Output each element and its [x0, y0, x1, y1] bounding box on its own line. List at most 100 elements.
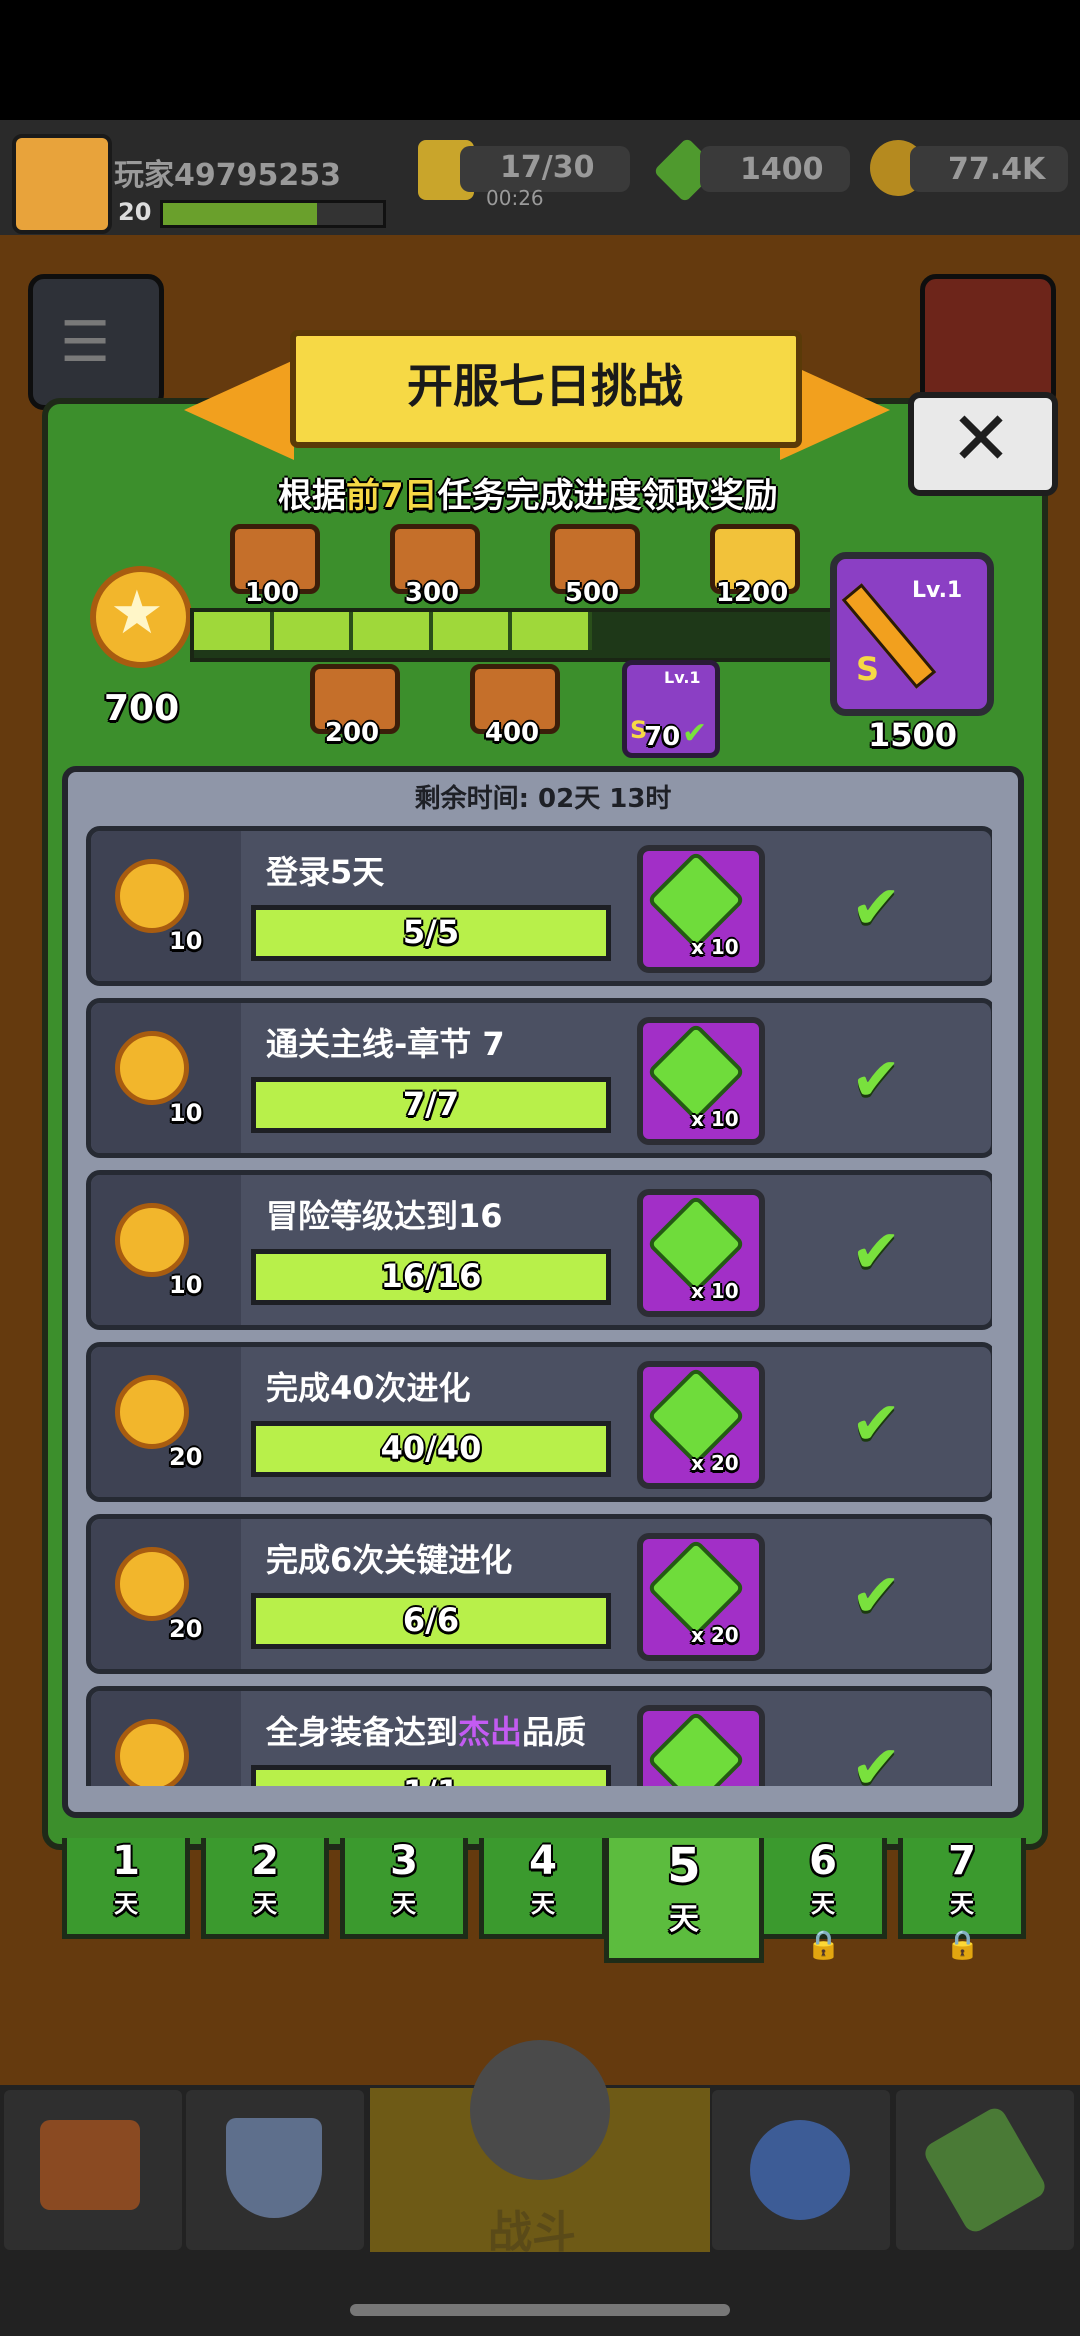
- completed-check-icon: ✔: [851, 1045, 902, 1115]
- day-label: 天: [811, 1890, 835, 1918]
- final-reward-level: Lv.1: [912, 578, 963, 603]
- task-points: 10: [169, 1099, 203, 1127]
- day-label: 天: [392, 1890, 416, 1918]
- completed-check-icon: ✔: [851, 1389, 902, 1459]
- final-reward-grade: S: [856, 650, 880, 688]
- day-tab-1[interactable]: 1 天: [62, 1838, 190, 1939]
- player-xp-bar: [160, 200, 386, 228]
- day-tab-5[interactable]: 5 天: [604, 1838, 764, 1963]
- day-label: 天: [253, 1890, 277, 1918]
- globe-icon: [750, 2120, 850, 2220]
- task-title: 登录5天: [266, 853, 385, 891]
- milestone-label: 300: [404, 578, 460, 608]
- star-medal-icon: [115, 1375, 189, 1449]
- task-title: 冒险等级达到16: [266, 1197, 503, 1235]
- day-label: 天: [114, 1890, 138, 1918]
- energy-timer: 00:26: [486, 186, 544, 210]
- task-reward-count: x 10: [691, 1107, 739, 1131]
- star-medal-icon: [115, 859, 189, 933]
- completed-check-icon: ✔: [851, 1733, 902, 1786]
- shield-icon: [226, 2118, 322, 2218]
- milestone-label: 1200: [715, 578, 789, 608]
- coin-value: 77.4K: [948, 152, 1046, 187]
- milestone-label: 200: [324, 718, 380, 748]
- task-points: 20: [169, 1443, 203, 1471]
- star-medal-icon: [115, 1547, 189, 1621]
- progress-segment: [353, 612, 433, 650]
- task-row: 全身装备达到杰出品质 1/1 ✔: [86, 1686, 992, 1786]
- progress-segment: [194, 612, 274, 650]
- gem-value: 1400: [740, 152, 824, 187]
- day-tab-4[interactable]: 4 天: [479, 1838, 607, 1939]
- crossed-swords-icon: [470, 2040, 610, 2180]
- task-title: 完成6次关键进化: [266, 1541, 513, 1579]
- star-medal-icon: [115, 1719, 189, 1786]
- task-points: 10: [169, 1271, 203, 1299]
- task-points: 10: [169, 927, 203, 955]
- milestone-label: 70: [644, 722, 681, 752]
- task-points: 20: [169, 1615, 203, 1643]
- day-label: 天: [950, 1890, 974, 1918]
- day-tab-2[interactable]: 2 天: [201, 1838, 329, 1939]
- current-points: 700: [104, 688, 180, 729]
- progress-segment: [273, 612, 353, 650]
- task-list[interactable]: 10 登录5天 5/5 x 10 ✔ 10 通关主线-章节 7 7/7 x 10…: [86, 826, 992, 1786]
- completed-check-icon: ✔: [851, 1561, 902, 1631]
- task-progress: 40/40: [380, 1429, 482, 1467]
- progress-segment: [432, 612, 512, 650]
- task-progress: 7/7: [402, 1085, 460, 1123]
- avatar[interactable]: [12, 134, 112, 234]
- task-progress: 6/6: [402, 1601, 460, 1639]
- day-label: 天: [669, 1902, 699, 1937]
- task-row: 20 完成40次进化 40/40 x 20 ✔: [86, 1342, 992, 1502]
- task-title-post: 品质: [522, 1713, 587, 1751]
- home-indicator: [350, 2304, 730, 2316]
- dialog-title: 开服七日挑战: [407, 359, 683, 413]
- task-row: 10 通关主线-章节 7 7/7 x 10 ✔: [86, 998, 992, 1158]
- points-star-icon: ★: [110, 578, 164, 648]
- shop-icon: [40, 2120, 140, 2210]
- nav-battle-label: 战斗: [488, 2207, 576, 2258]
- day-number: 5: [667, 1838, 701, 1894]
- task-reward-count: x 20: [691, 1623, 739, 1647]
- day-label: 天: [531, 1890, 555, 1918]
- energy-value: 17/30: [500, 150, 595, 185]
- day-number: 3: [390, 1838, 418, 1884]
- final-reward-sword[interactable]: [830, 552, 994, 716]
- task-reward-count: x 20: [691, 1451, 739, 1475]
- completed-check-icon: ✔: [851, 1217, 902, 1287]
- milestone-label: 400: [484, 718, 540, 748]
- star-medal-icon: [115, 1203, 189, 1277]
- task-reward-count: x 10: [691, 1279, 739, 1303]
- lock-icon: 🔒: [806, 1928, 841, 1961]
- star-medal-icon: [115, 1031, 189, 1105]
- task-title: 完成40次进化: [266, 1369, 471, 1407]
- final-milestone-label: 1500: [868, 716, 958, 754]
- completed-check-icon: ✔: [851, 873, 902, 943]
- day-number: 7: [948, 1838, 976, 1884]
- task-progress: 1/1: [251, 1773, 611, 1786]
- day-tab-7[interactable]: 7 天: [898, 1838, 1026, 1939]
- close-icon: ✕: [950, 396, 1013, 482]
- task-row: 10 登录5天 5/5 x 10 ✔: [86, 826, 992, 986]
- subtitle-post: 任务完成进度领取奖励: [437, 476, 778, 516]
- day-tab-3[interactable]: 3 天: [340, 1838, 468, 1939]
- task-row: 20 完成6次关键进化 6/6 x 20 ✔: [86, 1514, 992, 1674]
- task-row: 10 冒险等级达到16 16/16 x 10 ✔: [86, 1170, 992, 1330]
- task-title-highlight: 杰出: [458, 1713, 523, 1751]
- lock-icon: 🔒: [945, 1928, 980, 1961]
- dialog-subtitle: 根据前7日任务完成进度领取奖励: [278, 468, 778, 517]
- task-progress: 16/16: [380, 1257, 482, 1295]
- task-reward-count: x 10: [691, 935, 739, 959]
- progress-segment: [512, 612, 592, 650]
- title-ribbon-left-arrow: [184, 360, 294, 460]
- day-number: 1: [112, 1838, 140, 1884]
- day-number: 2: [251, 1838, 279, 1884]
- player-name: 玩家49795253: [114, 158, 341, 193]
- milestone-item-level: Lv.1: [664, 668, 701, 687]
- day-tab-6[interactable]: 6 天: [759, 1838, 887, 1939]
- day-number: 4: [529, 1838, 557, 1884]
- milestone-label: 500: [564, 578, 620, 608]
- task-title: 通关主线-章节 7: [266, 1025, 505, 1063]
- claimed-check-icon: ✔: [682, 716, 708, 751]
